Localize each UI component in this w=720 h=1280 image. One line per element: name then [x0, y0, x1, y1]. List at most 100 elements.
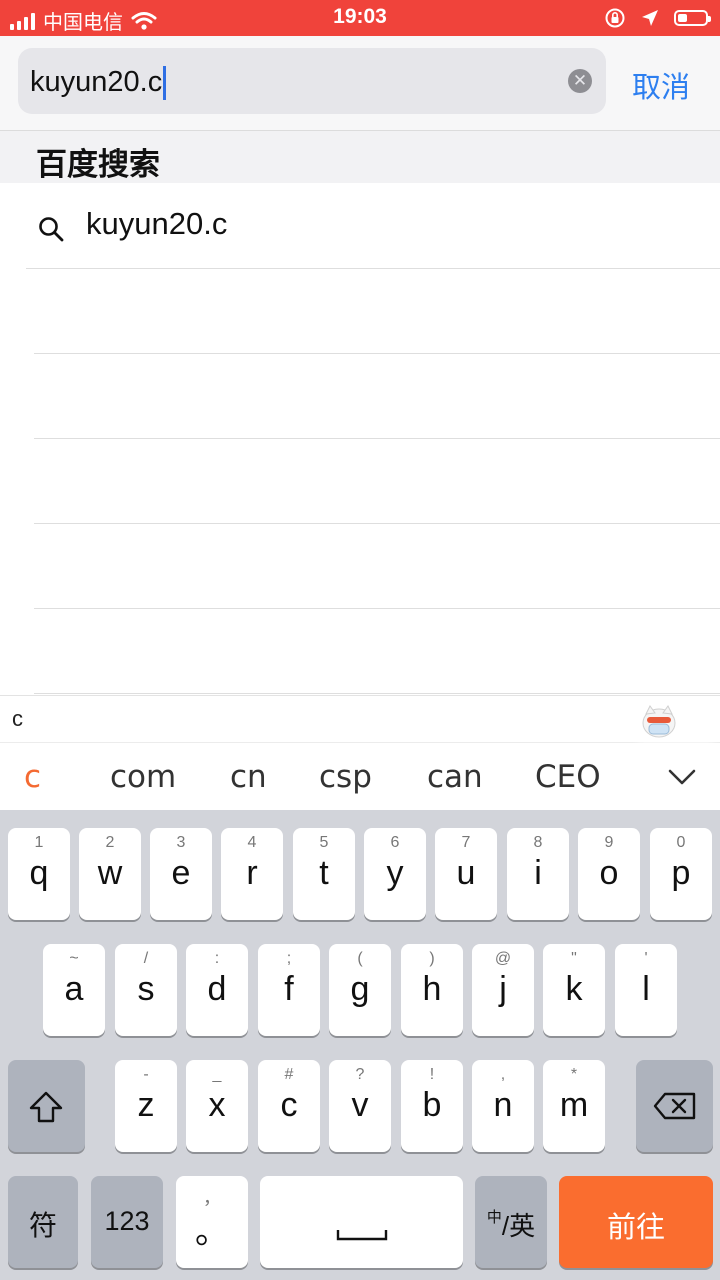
language-switch-key[interactable]: 中/英 [475, 1176, 547, 1268]
key-hint: _ [212, 1066, 222, 1083]
key-v[interactable]: ? v [329, 1060, 391, 1152]
suggestion-label: kuyun20.c [86, 206, 228, 241]
shift-arrow-icon [29, 1091, 63, 1123]
ime-composition-text: c [12, 706, 23, 731]
key-label: v [351, 1086, 369, 1124]
key-label: o [599, 854, 619, 892]
language-small-label: 中 [486, 1209, 502, 1226]
candidate-item[interactable]: can [427, 759, 483, 795]
key-d[interactable]: :d [186, 944, 248, 1036]
key-a[interactable]: ~ a [43, 944, 105, 1036]
key-o[interactable]: 9o [578, 828, 640, 920]
keyboard: 1q 2w 3e 4r 5t 6y 7u 8i 9o 0p ~ a / s :d ;… [0, 810, 720, 1280]
key-label: b [422, 1086, 442, 1124]
key-hint: 5 [319, 834, 329, 851]
key-n[interactable]: ,n [472, 1060, 534, 1152]
key-hint: # [284, 1066, 294, 1083]
go-button-label: 前往 [606, 1212, 665, 1244]
key-label: q [29, 854, 49, 892]
ime-mascot-icon[interactable] [640, 702, 678, 740]
key-l[interactable]: ' l [615, 944, 677, 1036]
key-hint: * [570, 1066, 578, 1083]
key-hint: ' [644, 950, 648, 967]
key-hint: 7 [461, 834, 471, 851]
numbers-key[interactable]: 123 [91, 1176, 163, 1268]
key-r[interactable]: 4r [221, 828, 283, 920]
divider [34, 693, 720, 694]
search-suggestion-row[interactable]: kuyun20.c [0, 184, 720, 268]
key-f[interactable]: ; f [258, 944, 320, 1036]
key-hint: 9 [604, 834, 614, 851]
divider [34, 353, 720, 354]
key-c[interactable]: # c [258, 1060, 320, 1152]
search-header: kuyun20.c ✕ 取消 [0, 36, 720, 131]
go-button[interactable]: 前往 [559, 1176, 713, 1268]
symbols-key[interactable]: 符 [8, 1176, 78, 1268]
key-label: y [386, 854, 404, 892]
text-cursor [163, 66, 167, 101]
key-p[interactable]: 0p [650, 828, 712, 920]
key-hint: ! [429, 1066, 435, 1083]
divider [34, 523, 720, 524]
candidate-item[interactable]: csp [319, 759, 372, 795]
key-label: h [422, 970, 442, 1008]
key-h[interactable]: ) h [401, 944, 463, 1036]
key-t[interactable]: 5t [293, 828, 355, 920]
shift-key[interactable] [8, 1060, 85, 1152]
key-label: k [565, 970, 583, 1008]
key-y[interactable]: 6y [364, 828, 426, 920]
ime-candidate-bar: c com cn csp can CEO [0, 742, 720, 811]
key-hint: : [214, 950, 220, 967]
divider [34, 438, 720, 439]
clear-icon[interactable]: ✕ [568, 69, 592, 93]
candidate-item[interactable]: c [24, 759, 41, 795]
key-z[interactable]: -z [115, 1060, 177, 1152]
search-input[interactable]: kuyun20.c ✕ [18, 48, 606, 114]
key-e[interactable]: 3e [150, 828, 212, 920]
cancel-button[interactable]: 取消 [632, 64, 690, 106]
key-hint: 2 [105, 834, 115, 851]
candidate-item[interactable]: cn [230, 759, 267, 795]
key-i[interactable]: 8i [507, 828, 569, 920]
divider [26, 268, 720, 269]
key-hint: 1 [34, 834, 44, 851]
key-hint: - [143, 1066, 149, 1083]
key-label: m [559, 1086, 589, 1124]
key-label: x [208, 1086, 226, 1124]
key-g[interactable]: (g [329, 944, 391, 1036]
key-hint: ( [357, 950, 363, 967]
candidate-item[interactable]: CEO [535, 759, 601, 795]
key-hint: 6 [390, 834, 400, 851]
expand-candidates-button[interactable] [644, 743, 720, 811]
key-hint: " [571, 950, 577, 967]
key-m[interactable]: * m [543, 1060, 605, 1152]
key-label: w [97, 854, 123, 892]
key-w[interactable]: 2w [79, 828, 141, 920]
key-label: j [499, 970, 507, 1008]
section-title: 百度搜索 [36, 147, 160, 182]
key-b[interactable]: ! b [401, 1060, 463, 1152]
key-hint: / [143, 950, 149, 967]
key-k[interactable]: " k [543, 944, 605, 1036]
key-q[interactable]: 1q [8, 828, 70, 920]
key-hint: 8 [533, 834, 543, 851]
chevron-down-icon [668, 769, 696, 785]
punctuation-label: 。 [195, 1213, 229, 1251]
key-s[interactable]: / s [115, 944, 177, 1036]
ime-composition-bar: c [0, 695, 720, 742]
key-x[interactable]: _ x [186, 1060, 248, 1152]
battery-icon [674, 10, 711, 26]
backspace-key[interactable] [636, 1060, 713, 1152]
punctuation-key[interactable]: ， 。 [176, 1176, 248, 1268]
candidate-item[interactable]: com [110, 759, 176, 795]
key-label: t [319, 854, 329, 892]
key-label: e [171, 854, 191, 892]
key-u[interactable]: 7u [435, 828, 497, 920]
key-j[interactable]: @ j [472, 944, 534, 1036]
key-hint: 4 [247, 834, 257, 851]
key-label: r [246, 854, 258, 892]
search-query: kuyun20.c [30, 66, 163, 98]
space-key[interactable] [260, 1176, 463, 1268]
language-label: /英 [501, 1211, 536, 1241]
key-label: d [207, 970, 227, 1008]
